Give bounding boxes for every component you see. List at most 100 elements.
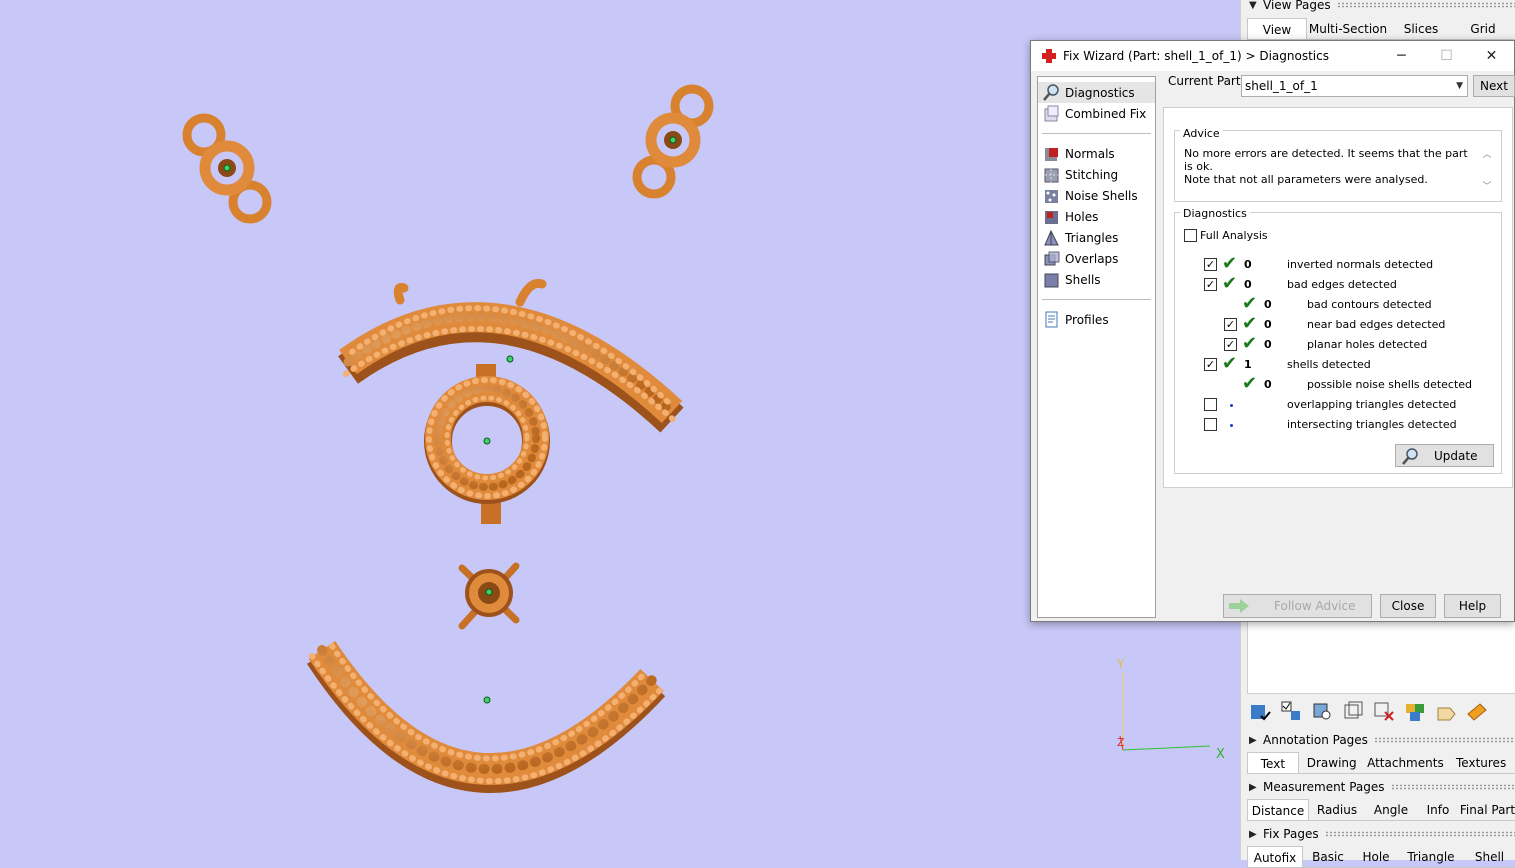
maximize-button[interactable]: ☐	[1424, 48, 1469, 64]
nav-item-label: Normals	[1065, 147, 1115, 161]
view-pages-title: View Pages	[1263, 0, 1331, 12]
earring-part-left[interactable]	[187, 118, 267, 219]
ok-check-icon: ✔	[1242, 375, 1257, 393]
row-count: 0	[1264, 298, 1272, 311]
row-checkbox[interactable]: ✓	[1224, 318, 1237, 331]
tab-triangle[interactable]: Triangle	[1399, 846, 1463, 867]
delete-cube-icon[interactable]	[1371, 698, 1397, 724]
scroll-down-icon[interactable]: ﹀	[1480, 180, 1494, 194]
nav-item-noise-shells[interactable]: Noise Shells	[1038, 185, 1155, 206]
stone-setting-part[interactable]	[462, 566, 516, 626]
row-count: 0	[1264, 338, 1272, 351]
grip-dots	[1325, 831, 1515, 837]
center-ring-part[interactable]	[429, 364, 545, 524]
overlaps-icon	[1043, 250, 1060, 267]
cube-view-icon[interactable]	[1309, 698, 1335, 724]
fix-pages-header[interactable]: ▶ Fix Pages	[1249, 825, 1515, 843]
tab-drawing[interactable]: Drawing	[1299, 752, 1365, 773]
holes-icon	[1043, 208, 1060, 225]
tab-textures[interactable]: Textures	[1446, 752, 1515, 773]
nav-item-profiles[interactable]: Profiles	[1038, 309, 1155, 330]
dialog-title: Fix Wizard (Part: shell_1_of_1) > Diagno…	[1063, 49, 1329, 63]
dialog-titlebar[interactable]: Fix Wizard (Part: shell_1_of_1) > Diagno…	[1031, 41, 1514, 71]
full-analysis-checkbox[interactable]	[1184, 229, 1197, 242]
row-checkbox[interactable]	[1204, 398, 1217, 411]
part-center-marker	[486, 589, 492, 595]
row-checkbox[interactable]: ✓	[1224, 338, 1237, 351]
tab-view[interactable]: View	[1247, 18, 1307, 39]
nav-item-overlaps[interactable]: Overlaps	[1038, 248, 1155, 269]
select-toggle-icon[interactable]	[1278, 698, 1304, 724]
scroll-up-icon[interactable]: ︿	[1480, 148, 1494, 162]
annotation-pages-title: Annotation Pages	[1263, 733, 1368, 747]
collapse-triangle-icon: ▼	[1249, 0, 1263, 11]
row-label: bad edges detected	[1287, 278, 1397, 291]
earring-part-right[interactable]	[637, 89, 709, 194]
help-button[interactable]: Help	[1444, 594, 1501, 618]
nav-item-diagnostics[interactable]: Diagnostics	[1038, 82, 1155, 103]
nav-item-holes[interactable]: Holes	[1038, 206, 1155, 227]
view-pages-header[interactable]: ▼ View Pages	[1249, 0, 1515, 14]
tab-final-part[interactable]: Final Part	[1459, 799, 1515, 820]
tab-multi-section[interactable]: Multi-Section	[1307, 18, 1389, 39]
diagnostics-group-title: Diagnostics	[1180, 207, 1250, 220]
follow-advice-button[interactable]: Follow Advice	[1223, 594, 1372, 618]
part-center-marker	[484, 438, 490, 444]
row-checkbox[interactable]	[1204, 418, 1217, 431]
minimize-button[interactable]: ─	[1379, 48, 1424, 64]
tag-icon[interactable]	[1464, 698, 1490, 724]
nav-item-triangles[interactable]: Triangles	[1038, 227, 1155, 248]
tab-grid[interactable]: Grid	[1453, 18, 1513, 39]
profiles-icon	[1043, 311, 1060, 328]
row-label: inverted normals detected	[1287, 258, 1433, 271]
row-label: intersecting triangles detected	[1287, 418, 1457, 431]
tab-autofix[interactable]: Autofix	[1247, 846, 1303, 867]
ok-check-icon: ✔	[1242, 315, 1257, 333]
nav-item-stitching[interactable]: Stitching	[1038, 164, 1155, 185]
label-icon[interactable]	[1433, 698, 1459, 724]
tab-slices[interactable]: Slices	[1389, 18, 1453, 39]
tab-text[interactable]: Text	[1247, 752, 1299, 773]
shells-color-icon[interactable]	[1402, 698, 1428, 724]
next-button[interactable]: Next	[1473, 75, 1515, 97]
nav-item-label: Profiles	[1065, 313, 1109, 327]
tab-shell[interactable]: Shell	[1463, 846, 1515, 867]
nav-item-combined-fix[interactable]: Combined Fix	[1038, 103, 1155, 124]
row-label: planar holes detected	[1307, 338, 1427, 351]
row-checkbox[interactable]: ✓	[1204, 358, 1217, 371]
magnifier-icon	[1400, 447, 1420, 465]
axis-x-label: X	[1216, 747, 1225, 762]
nav-item-normals[interactable]: Normals	[1038, 143, 1155, 164]
full-analysis-label: Full Analysis	[1200, 229, 1268, 242]
current-part-select[interactable]: shell_1_of_1 ▼	[1241, 75, 1468, 97]
follow-advice-label: Follow Advice	[1274, 599, 1356, 613]
measurement-pages-header[interactable]: ▶ Measurement Pages	[1249, 778, 1515, 796]
nav-item-label: Diagnostics	[1065, 86, 1135, 100]
nav-item-shells[interactable]: Shells	[1038, 269, 1155, 290]
tab-basic[interactable]: Basic	[1303, 846, 1353, 867]
ok-check-icon: ✔	[1222, 355, 1237, 373]
tab-angle[interactable]: Angle	[1365, 799, 1417, 820]
tab-distance[interactable]: Distance	[1247, 799, 1309, 820]
bottom-arc-part[interactable]	[312, 646, 660, 781]
update-button[interactable]: Update	[1395, 444, 1494, 467]
red-cross-icon	[1041, 48, 1057, 64]
row-checkbox[interactable]: ✓	[1204, 278, 1217, 291]
close-button[interactable]: Close	[1380, 594, 1436, 618]
tab-info[interactable]: Info	[1417, 799, 1459, 820]
tab-hole[interactable]: Hole	[1353, 846, 1399, 867]
expand-triangle-icon: ▶	[1249, 735, 1263, 746]
cube-wire-icon[interactable]	[1340, 698, 1366, 724]
cube-check-icon[interactable]	[1247, 698, 1273, 724]
current-part-label: Current Part:	[1168, 74, 1245, 88]
tab-attachments[interactable]: Attachments	[1365, 752, 1447, 773]
tab-radius[interactable]: Radius	[1309, 799, 1365, 820]
ok-check-icon: ✔	[1242, 295, 1257, 313]
row-checkbox[interactable]: ✓	[1204, 258, 1217, 271]
row-label: overlapping triangles detected	[1287, 398, 1456, 411]
nav-item-label: Shells	[1065, 273, 1101, 287]
advice-scrollbar[interactable]: ︿ ﹀	[1480, 148, 1494, 194]
annotation-pages-header[interactable]: ▶ Annotation Pages	[1249, 731, 1515, 749]
combined-fix-icon	[1043, 105, 1060, 122]
close-window-button[interactable]: ✕	[1469, 48, 1514, 64]
